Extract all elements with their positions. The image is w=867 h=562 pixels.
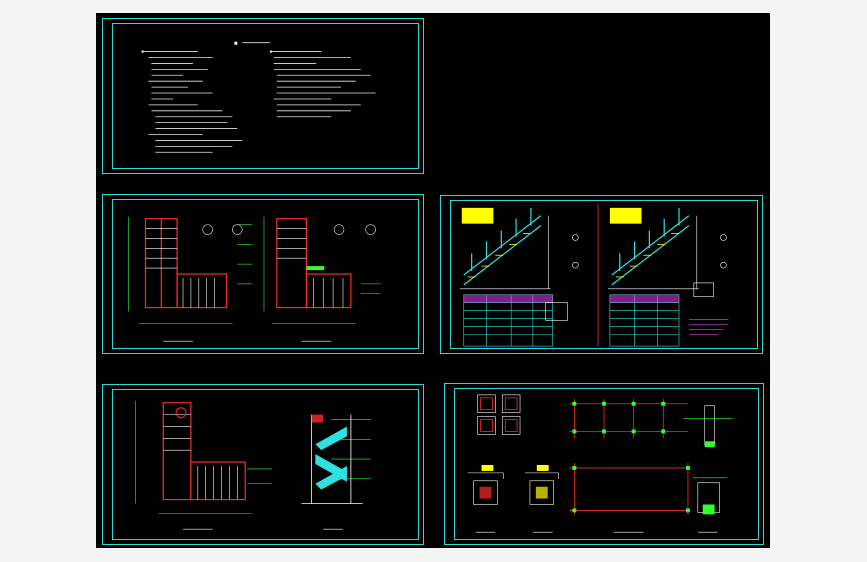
- foundation-drawing: [467, 394, 733, 533]
- floor-plan-section-drawing: [135, 400, 371, 530]
- sheet-floor-plan-section[interactable]: [102, 384, 424, 545]
- steel-stair-drawing: [459, 203, 729, 347]
- sheet-foundation-details[interactable]: [444, 383, 764, 545]
- sheet-stair-plans[interactable]: [102, 194, 424, 354]
- notes-text-lines: [141, 41, 376, 153]
- cad-model-space[interactable]: [96, 13, 770, 548]
- sheet-steel-stair[interactable]: [440, 195, 763, 354]
- stair-plans-drawing: [128, 216, 381, 342]
- sheet-design-notes[interactable]: [102, 18, 424, 174]
